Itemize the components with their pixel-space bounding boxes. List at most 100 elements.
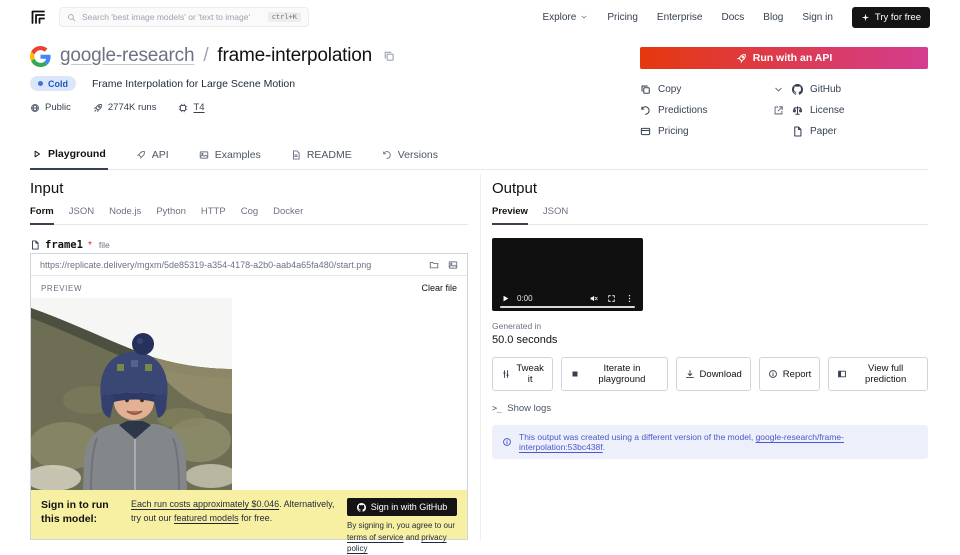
run-with-api-button[interactable]: Run with an API bbox=[640, 47, 928, 69]
status-dot bbox=[38, 81, 43, 86]
search-shortcut-badge: ctrl+K bbox=[268, 12, 301, 22]
rocket-icon bbox=[136, 150, 146, 160]
nav-blog[interactable]: Blog bbox=[763, 12, 783, 23]
input-tab-cog[interactable]: Cog bbox=[241, 206, 258, 224]
search-placeholder: Search 'best image models' or 'text to i… bbox=[82, 12, 250, 22]
video-progress-bar[interactable] bbox=[500, 306, 635, 308]
top-navbar: Search 'best image models' or 'text to i… bbox=[0, 0, 960, 34]
preview-image bbox=[31, 298, 232, 490]
input-tab-nodejs[interactable]: Node.js bbox=[109, 206, 141, 224]
google-logo bbox=[30, 46, 51, 67]
image-icon bbox=[199, 150, 209, 160]
history-icon bbox=[640, 105, 651, 116]
sign-in-lead: Sign in to run this model: bbox=[41, 498, 121, 539]
copy-icon bbox=[640, 84, 651, 95]
license-action[interactable]: License bbox=[792, 105, 928, 116]
github-icon bbox=[792, 84, 803, 95]
nav-pricing[interactable]: Pricing bbox=[607, 12, 638, 23]
generated-in-value: 50.0 seconds bbox=[492, 334, 928, 346]
history-icon bbox=[382, 150, 392, 160]
file-url-input[interactable]: https://replicate.delivery/mgxm/5de85319… bbox=[40, 260, 420, 270]
tab-readme[interactable]: README bbox=[289, 144, 354, 169]
featured-models-link[interactable]: featured models bbox=[174, 513, 239, 523]
download-button[interactable]: Download bbox=[676, 357, 751, 391]
info-circle-icon bbox=[502, 437, 512, 447]
image-icon[interactable] bbox=[448, 260, 458, 270]
model-header: google-research / frame-interpolation Co… bbox=[30, 45, 928, 143]
frame1-field-label: frame1* file bbox=[30, 239, 468, 251]
view-full-prediction-button[interactable]: View full prediction bbox=[828, 357, 928, 391]
play-icon[interactable] bbox=[501, 294, 510, 303]
field-name: frame1 bbox=[45, 239, 83, 251]
nav-sign-in[interactable]: Sign in bbox=[802, 12, 833, 23]
tab-examples[interactable]: Examples bbox=[197, 144, 263, 169]
copy-action[interactable]: Copy bbox=[640, 84, 792, 95]
paper-icon bbox=[792, 126, 803, 137]
output-tab-preview[interactable]: Preview bbox=[492, 206, 528, 225]
nav-enterprise[interactable]: Enterprise bbox=[657, 12, 703, 23]
mute-icon[interactable] bbox=[589, 294, 598, 303]
sparkle-icon bbox=[861, 13, 870, 22]
input-tab-docker[interactable]: Docker bbox=[273, 206, 303, 224]
input-tab-form[interactable]: Form bbox=[30, 206, 54, 225]
try-for-free-button[interactable]: Try for free bbox=[852, 7, 930, 28]
chevron-down-icon bbox=[580, 13, 588, 21]
terms-of-service-link[interactable]: terms of service bbox=[347, 533, 403, 542]
input-format-tabs: Form JSON Node.js Python HTTP Cog Docker bbox=[30, 206, 468, 225]
model-actions: Run with an API Copy Predictions Pricing bbox=[640, 47, 928, 137]
fullscreen-icon[interactable] bbox=[607, 294, 616, 303]
kebab-menu-icon[interactable] bbox=[625, 294, 634, 303]
sign-in-with-github-button[interactable]: Sign in with GitHub bbox=[347, 498, 457, 516]
pricing-action[interactable]: Pricing bbox=[640, 126, 792, 137]
input-tab-python[interactable]: Python bbox=[156, 206, 186, 224]
copy-model-name-icon[interactable] bbox=[383, 50, 395, 62]
output-format-tabs: Preview JSON bbox=[492, 206, 928, 225]
model-name: frame-interpolation bbox=[217, 45, 372, 67]
input-tab-http[interactable]: HTTP bbox=[201, 206, 226, 224]
hardware-meta[interactable]: T4 bbox=[178, 102, 204, 113]
terms-text: By signing in, you agree to our terms of… bbox=[347, 520, 457, 555]
playground-icon bbox=[570, 369, 580, 379]
top-nav-links: Explore Pricing Enterprise Docs Blog Sig… bbox=[542, 7, 930, 28]
model-links-grid: Copy Predictions Pricing GitHub bbox=[640, 84, 928, 137]
cost-link[interactable]: Each run costs approximately $0.046 bbox=[131, 499, 279, 509]
visibility-meta: Public bbox=[30, 102, 71, 113]
model-owner-link[interactable]: google-research bbox=[60, 45, 194, 67]
tab-playground[interactable]: Playground bbox=[30, 144, 108, 170]
search-input[interactable]: Search 'best image models' or 'text to i… bbox=[59, 7, 309, 27]
predictions-action[interactable]: Predictions bbox=[640, 105, 792, 116]
column-divider bbox=[480, 174, 481, 540]
rocket-icon bbox=[736, 53, 747, 64]
chip-icon bbox=[178, 103, 188, 113]
replicate-logo[interactable] bbox=[30, 9, 46, 25]
nav-explore[interactable]: Explore bbox=[542, 12, 588, 23]
report-button[interactable]: Report bbox=[759, 357, 821, 391]
sign-in-bar: Sign in to run this model: Each run cost… bbox=[31, 490, 467, 539]
tab-versions[interactable]: Versions bbox=[380, 144, 440, 169]
sign-in-description: Each run costs approximately $0.046. Alt… bbox=[131, 498, 337, 539]
video-player[interactable]: 0:00 bbox=[492, 238, 643, 311]
tweak-it-button[interactable]: Tweak it bbox=[492, 357, 553, 391]
globe-icon bbox=[30, 103, 40, 113]
iterate-in-playground-button[interactable]: Iterate in playground bbox=[561, 357, 667, 391]
info-circle-icon bbox=[768, 369, 778, 379]
document-icon bbox=[291, 150, 301, 160]
github-action[interactable]: GitHub bbox=[792, 84, 928, 95]
version-notice-banner: This output was created using a differen… bbox=[492, 425, 928, 459]
clear-file-button[interactable]: Clear file bbox=[421, 283, 457, 293]
input-panel: Input Form JSON Node.js Python HTTP Cog … bbox=[30, 172, 468, 540]
required-mark: * bbox=[88, 240, 92, 251]
output-heading: Output bbox=[492, 180, 928, 197]
rocket-icon bbox=[93, 103, 103, 113]
folder-icon[interactable] bbox=[429, 260, 439, 270]
chevron-down-icon[interactable] bbox=[773, 84, 784, 95]
input-tab-json[interactable]: JSON bbox=[69, 206, 94, 224]
nav-docs[interactable]: Docs bbox=[722, 12, 745, 23]
file-icon bbox=[30, 240, 40, 250]
output-tab-json[interactable]: JSON bbox=[543, 206, 568, 224]
show-logs-toggle[interactable]: >_ Show logs bbox=[492, 403, 928, 414]
paper-action[interactable]: Paper bbox=[792, 126, 928, 137]
play-outline-icon bbox=[32, 149, 42, 159]
tab-api[interactable]: API bbox=[134, 144, 171, 169]
file-url-row: https://replicate.delivery/mgxm/5de85319… bbox=[31, 254, 467, 276]
